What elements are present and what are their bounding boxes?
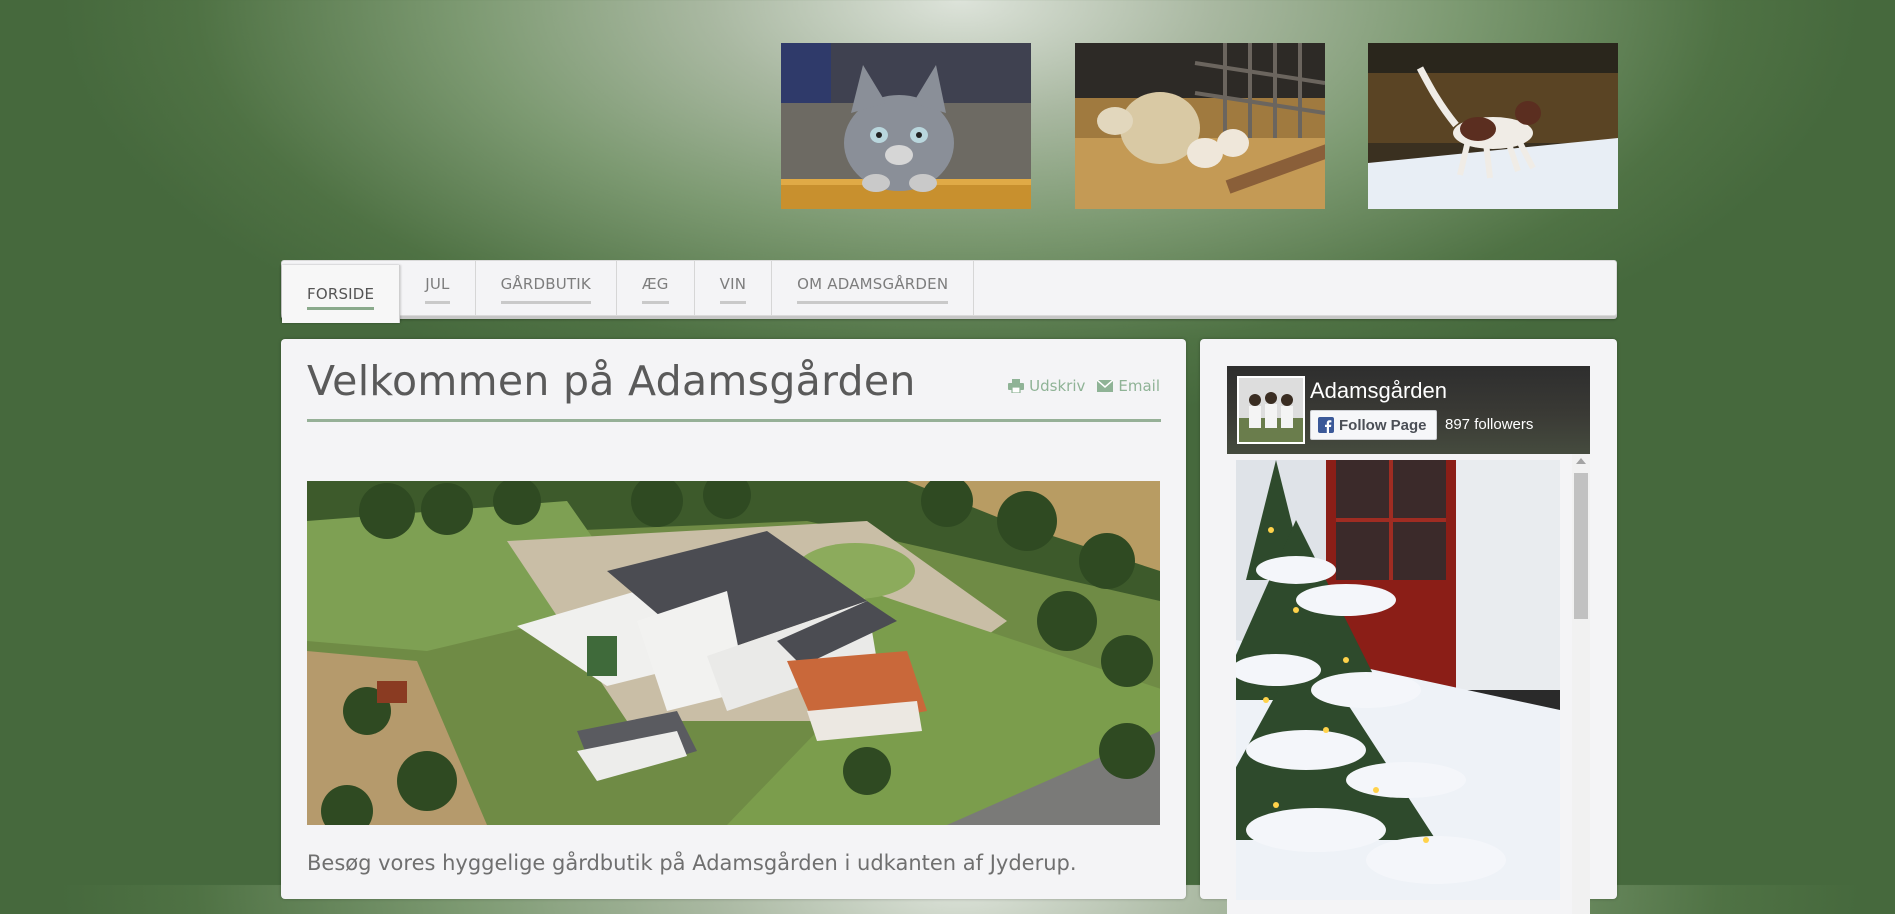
nav-item-label: OM ADAMSGÅRDEN [797, 275, 949, 293]
print-label: Udskriv [1029, 377, 1086, 395]
facebook-feed[interactable] [1227, 454, 1590, 914]
scrollbar-thumb[interactable] [1574, 473, 1588, 619]
nav-item-label: VIN [719, 275, 747, 293]
nav-item-gaardbutik[interactable]: GÅRDBUTIK [476, 261, 617, 315]
scroll-up-arrow-icon[interactable] [1576, 458, 1586, 464]
nav-active-underline [307, 307, 375, 310]
nav-underline [641, 301, 669, 304]
facebook-followers-count: 897 followers [1445, 416, 1534, 433]
nav-item-forside[interactable]: FORSIDE [282, 265, 401, 323]
email-label: Email [1118, 377, 1160, 395]
nav-item-om-adamsgaarden[interactable]: OM ADAMSGÅRDEN [772, 261, 975, 315]
farm-aerial-photo [307, 481, 1160, 825]
envelope-icon [1097, 380, 1114, 392]
header-photo-dog [1368, 43, 1618, 209]
header-photo-sheep [1075, 43, 1325, 209]
facebook-page-header: Adamsgården Follow Page 897 followers [1227, 366, 1590, 454]
page-title: Velkommen på Adamsgården [307, 357, 916, 405]
header-photo-kitten [781, 43, 1031, 209]
print-link[interactable]: Udskriv [1008, 377, 1085, 395]
main-content-panel: Velkommen på Adamsgården Udskriv Email B… [281, 339, 1186, 899]
nav-item-label: JUL [425, 275, 450, 293]
feed-scrollbar[interactable] [1572, 454, 1590, 914]
nav-item-label: GÅRDBUTIK [500, 275, 591, 293]
nav-item-label: ÆG [641, 275, 669, 293]
facebook-page-avatar[interactable] [1237, 376, 1305, 444]
intro-text: Besøg vores hyggelige gårdbutik på Adams… [307, 851, 1077, 875]
nav-item-label: FORSIDE [307, 285, 375, 303]
nav-underline [500, 301, 591, 304]
facebook-icon [1318, 417, 1334, 433]
page-tools: Udskriv Email [1008, 377, 1160, 395]
nav-item-vin[interactable]: VIN [695, 261, 773, 315]
printer-icon [1008, 379, 1025, 393]
nav-underline [719, 301, 747, 304]
facebook-post-image-christmas-tree[interactable] [1236, 460, 1560, 900]
nav-underline [425, 301, 450, 304]
main-navigation: FORSIDE JUL GÅRDBUTIK ÆG VIN OM ADAMSGÅR… [281, 260, 1617, 323]
sidebar-panel: Adamsgården Follow Page 897 followers [1200, 339, 1617, 914]
title-divider [307, 419, 1161, 422]
nav-item-aeg[interactable]: ÆG [617, 261, 695, 315]
facebook-page-name[interactable]: Adamsgården [1310, 378, 1447, 404]
nav-underline [797, 301, 949, 304]
follow-button-label: Follow Page [1339, 416, 1427, 434]
nav-item-jul[interactable]: JUL [400, 261, 476, 315]
facebook-follow-button[interactable]: Follow Page [1310, 410, 1437, 440]
email-link[interactable]: Email [1097, 377, 1160, 395]
